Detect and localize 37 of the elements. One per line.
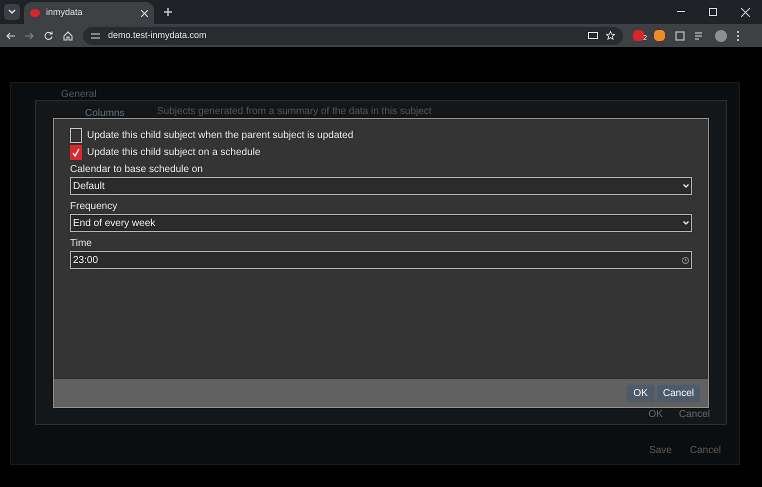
minimize-icon[interactable] <box>677 11 685 13</box>
app-logo-icon <box>30 9 40 17</box>
close-icon[interactable] <box>141 10 148 16</box>
site-settings-icon[interactable] <box>91 32 100 40</box>
dialog-button[interactable]: OK <box>627 384 654 402</box>
home-icon[interactable] <box>63 30 73 40</box>
forward-icon[interactable] <box>25 32 34 40</box>
select-field[interactable]: Default <box>70 177 692 195</box>
back-icon[interactable] <box>6 32 15 40</box>
browser-tab[interactable]: inmydata <box>24 2 154 24</box>
dialog-button[interactable]: Cancel <box>656 384 700 402</box>
url-text: demo.test-inmydata.com <box>108 28 208 42</box>
tab-search-button[interactable] <box>4 4 20 20</box>
new-tab-icon[interactable] <box>164 8 172 16</box>
description-text: Subjects generated from a summary of the data in this subject <box>157 105 432 119</box>
checkbox[interactable] <box>70 145 82 160</box>
avatar[interactable] <box>715 30 727 42</box>
chevron-down-icon <box>683 184 689 188</box>
checkbox-label: Update this child subject when the parent subject is updated <box>87 129 354 143</box>
field-label: Calendar to base schedule on <box>70 163 204 177</box>
reload-icon[interactable] <box>44 31 53 40</box>
time-field[interactable]: 23:00 <box>70 251 692 269</box>
tab-title: inmydata <box>46 6 84 20</box>
select-field[interactable]: End of every week <box>70 214 692 232</box>
checkbox[interactable] <box>70 128 82 143</box>
tab[interactable]: Columns <box>61 106 124 121</box>
checkbox-label: Update this child subject on a schedule <box>87 146 260 160</box>
extension-icon[interactable] <box>654 30 665 41</box>
address-bar[interactable]: demo.test-inmydata.com <box>83 26 623 44</box>
star-icon[interactable] <box>606 31 615 40</box>
maximize-icon[interactable] <box>709 8 717 16</box>
close-icon[interactable] <box>741 8 750 16</box>
chevron-down-icon <box>8 9 16 15</box>
chevron-down-icon <box>683 221 689 225</box>
field-label: Frequency <box>70 200 118 214</box>
field-label: Time <box>70 237 93 251</box>
clock-icon <box>682 256 689 264</box>
